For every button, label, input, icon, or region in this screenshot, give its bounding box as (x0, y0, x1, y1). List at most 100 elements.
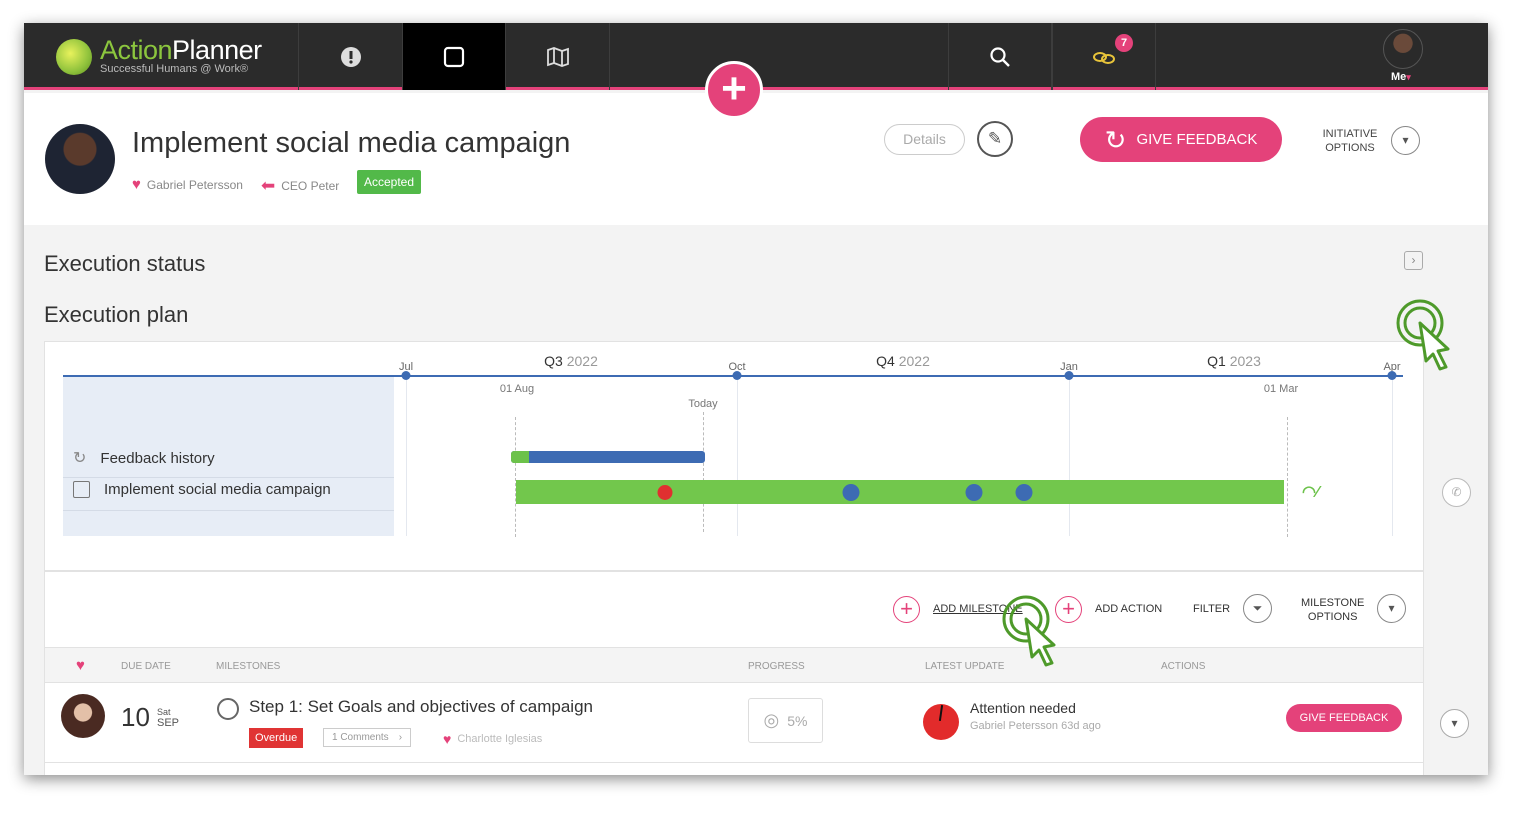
assignee-name[interactable]: Charlotte Iglesias (457, 733, 542, 745)
add-button[interactable]: + (705, 61, 763, 119)
initiative-bar[interactable] (516, 480, 1284, 504)
logo[interactable]: ActionPlanner Successful Humans @ Work® (24, 23, 299, 90)
status-badge: Accepted (357, 170, 422, 194)
gantt-row-label: Feedback history (100, 449, 215, 467)
initiative-options-button[interactable]: ▾ (1391, 126, 1420, 155)
mar-marker-line (1287, 417, 1288, 537)
date-label-aug: 01 Aug (499, 383, 535, 395)
today-marker-line (703, 412, 704, 532)
chevron-right-icon: › (398, 732, 403, 743)
overdue-badge: Overdue (249, 728, 304, 748)
filter-label: FILTER (1193, 603, 1231, 615)
due-weekday: Sat (157, 707, 171, 717)
heart-icon: ♥ (132, 176, 141, 193)
logo-wordmark: ActionPlanner (100, 35, 262, 65)
initiative-options-label: INITIATIVE OPTIONS (1322, 127, 1378, 155)
chevron-down-icon: ▾ (1451, 716, 1458, 730)
gridline (406, 376, 407, 536)
feedback-history-progress (511, 451, 529, 463)
edit-button[interactable]: ✎ (977, 121, 1013, 157)
tick-dot (1064, 371, 1074, 380)
sponsor-name[interactable]: CEO Peter (281, 179, 339, 193)
column-milestones[interactable]: MILESTONES (216, 661, 280, 672)
logo-tagline: Successful Humans @ Work® (100, 63, 249, 75)
column-progress[interactable]: PROGRESS (748, 661, 805, 672)
initiative-options-line1: INITIATIVE (1322, 128, 1378, 140)
refresh-icon: ↻ (73, 450, 87, 467)
nav-alert[interactable] (299, 23, 403, 90)
gantt-row-initiative[interactable]: Implement social media campaign (73, 481, 331, 498)
gridline (737, 376, 738, 536)
app-window: ActionPlanner Successful Humans @ Work® … (24, 23, 1488, 775)
nav-map[interactable] (506, 23, 610, 90)
column-actions: ACTIONS (1161, 661, 1206, 672)
owner-avatar (45, 124, 115, 194)
gantt-row-label: Implement social media campaign (104, 481, 331, 498)
nav-initiatives[interactable] (403, 23, 506, 90)
quarter-year: 2022 (898, 353, 930, 369)
pencil-icon: ✎ (987, 129, 1003, 148)
row-options-button[interactable]: ▾ (1440, 709, 1469, 738)
refresh-icon: ↻ (1104, 124, 1127, 155)
initiative-options-line2: OPTIONS (1325, 142, 1375, 154)
date-label-today: Today (688, 398, 718, 410)
cursor-click-icon (1002, 595, 1056, 667)
progress-button[interactable]: ◎ 5% (748, 698, 823, 743)
row-give-feedback-button[interactable]: GIVE FEEDBACK (1286, 704, 1402, 732)
execution-plan-title: Execution plan (44, 302, 189, 327)
comments-button[interactable]: 1 Comments › (323, 728, 412, 747)
map-icon (546, 46, 569, 67)
feedback-history-bar[interactable] (511, 451, 705, 463)
date-label-mar: 01 Mar (1263, 383, 1299, 395)
arrow-left-icon: ⬅ (261, 176, 276, 195)
milestone-marker[interactable] (842, 484, 860, 501)
milestone-complete-toggle[interactable] (217, 698, 239, 720)
chevron-down-icon: ▾ (1402, 133, 1409, 147)
quarter-name: Q3 (544, 353, 563, 369)
tick-dot (732, 371, 742, 380)
milestone-title[interactable]: Step 1: Set Goals and objectives of camp… (249, 697, 593, 717)
expand-status-button[interactable]: › (1404, 251, 1423, 270)
execution-status-title: Execution status (44, 251, 206, 276)
milestone-assignee: ♥ Charlotte Iglesias (443, 731, 542, 747)
gantt-row-feedback-history[interactable]: ↻ Feedback history (73, 448, 215, 468)
quarter-year: 2023 (1229, 353, 1261, 369)
milestone-marker[interactable] (1015, 484, 1033, 501)
nav-search[interactable] (948, 23, 1052, 90)
nav-notifications[interactable]: 7 (1052, 23, 1156, 90)
milestone-options-button[interactable]: ▾ (1377, 594, 1406, 623)
gauge-icon: ◠∕ (1302, 484, 1319, 501)
quarter-label: Q4 2022 (876, 353, 930, 369)
update-title[interactable]: Attention needed (970, 700, 1076, 716)
quarter-name: Q1 (1207, 353, 1226, 369)
attention-pie-icon (923, 704, 959, 740)
column-latest-update[interactable]: LATEST UPDATE (925, 661, 1004, 672)
add-action-button[interactable]: ADD ACTION (1095, 603, 1162, 615)
milestone-marker[interactable] (965, 484, 983, 501)
heart-icon: ♥ (443, 731, 452, 747)
column-due-date[interactable]: DUE DATE (121, 661, 171, 672)
phone-button[interactable]: ✆ (1442, 478, 1471, 507)
update-subtitle: Gabriel Petersson 63d ago (970, 720, 1101, 732)
table-row[interactable]: 10 Sat SEP Step 1: Set Goals and objecti… (44, 683, 1424, 763)
target-icon: ◎ (763, 710, 780, 730)
next-row-peek (44, 763, 1424, 775)
filter-button[interactable]: ⏷ (1243, 594, 1272, 623)
quarter-label: Q1 2023 (1207, 353, 1261, 369)
notification-badge: 7 (1115, 34, 1133, 52)
chevron-right-icon: › (1411, 253, 1416, 267)
owner-meta: ♥ Gabriel Petersson (132, 176, 243, 193)
comments-count: 1 Comments (332, 732, 389, 743)
add-milestone-icon[interactable]: + (893, 596, 920, 623)
gridline (1392, 376, 1393, 536)
gantt-row-labels: ↻ Feedback history Implement social medi… (63, 376, 394, 536)
details-button[interactable]: Details (884, 124, 965, 155)
milestone-options-line2: OPTIONS (1307, 611, 1358, 623)
row-divider (63, 510, 394, 511)
page-title: Implement social media campaign (132, 127, 571, 159)
heart-icon: ♥ (76, 657, 85, 674)
nav-profile[interactable]: Me (1362, 23, 1488, 90)
give-feedback-button[interactable]: ↻ GIVE FEEDBACK (1080, 117, 1282, 162)
owner-name[interactable]: Gabriel Petersson (147, 178, 243, 192)
milestone-marker-attention[interactable] (657, 485, 673, 500)
